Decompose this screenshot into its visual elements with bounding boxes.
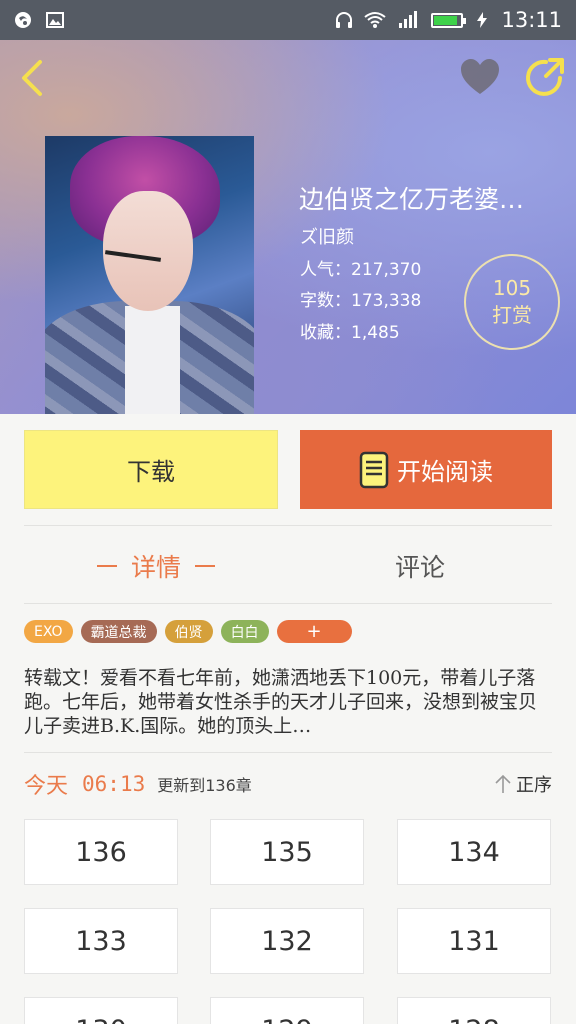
favorite-button[interactable] xyxy=(458,56,502,100)
tag-chip[interactable]: 白白 xyxy=(220,620,269,643)
sort-order-button[interactable]: 正序 xyxy=(494,771,552,797)
tab-details-label: 详情 xyxy=(130,553,181,582)
divider xyxy=(24,603,552,604)
tab-comments-label: 评论 xyxy=(394,553,445,582)
start-reading-button[interactable]: 开始阅读 xyxy=(300,430,552,509)
chapter-item[interactable]: 130 xyxy=(24,997,178,1024)
arrow-up-icon xyxy=(495,774,511,793)
status-bar: 13:11 xyxy=(0,0,576,40)
add-tag-button[interactable]: + xyxy=(276,620,352,643)
download-label: 下载 xyxy=(127,458,175,486)
download-button[interactable]: 下载 xyxy=(24,430,278,509)
reward-button[interactable]: 105 打赏 xyxy=(464,254,560,350)
tab-comments[interactable]: 评论 xyxy=(288,540,552,592)
heart-icon xyxy=(461,59,499,94)
tag-chip[interactable]: 伯贤 xyxy=(164,620,213,643)
reward-count: 105 xyxy=(492,276,532,300)
update-text: 更新到136章 xyxy=(157,776,252,795)
chapter-item[interactable]: 133 xyxy=(24,908,178,974)
tag-list: EXO 霸道总裁 伯贤 白白 + xyxy=(24,620,352,643)
battery-icon xyxy=(431,12,467,28)
chapter-item[interactable]: 135 xyxy=(210,819,364,885)
share-icon xyxy=(526,58,564,96)
book-icon xyxy=(359,451,389,488)
chapter-item[interactable]: 129 xyxy=(210,997,364,1024)
back-button[interactable] xyxy=(14,58,54,98)
word-count-stat: 字数：173,338 xyxy=(300,291,422,311)
wifi-icon xyxy=(364,12,387,28)
book-cover-image[interactable] xyxy=(45,136,254,414)
book-author[interactable]: ズ旧颜 xyxy=(300,223,354,249)
headphones-icon xyxy=(336,12,353,28)
divider xyxy=(24,525,552,526)
share-button[interactable] xyxy=(524,56,566,98)
divider xyxy=(24,752,552,753)
chapter-item[interactable]: 128 xyxy=(397,997,551,1024)
update-info: 今天 06:13 更新到136章 正序 xyxy=(24,766,552,802)
chapter-item[interactable]: 136 xyxy=(24,819,178,885)
reward-label: 打赏 xyxy=(492,303,532,327)
update-day: 今天 xyxy=(24,774,69,799)
popularity-stat: 人气：217,370 xyxy=(300,260,422,280)
chapter-item[interactable]: 134 xyxy=(397,819,551,885)
book-title: 边伯贤之亿万老婆… xyxy=(299,185,525,214)
update-time: 06:13 xyxy=(82,772,146,796)
signal-icon xyxy=(399,11,418,28)
book-summary[interactable]: 转载文！爱看不看七年前，她潇洒地丢下100元，带着儿子落跑。七年后，她带着女性杀… xyxy=(24,666,552,738)
status-time: 13:11 xyxy=(501,8,562,32)
tab-details[interactable]: 详情 xyxy=(24,540,288,592)
chapter-item[interactable]: 132 xyxy=(210,908,364,974)
chevron-left-icon xyxy=(22,60,42,96)
tag-chip[interactable]: EXO xyxy=(24,620,73,643)
app-notification-icon xyxy=(15,12,31,28)
chapter-item[interactable]: 131 xyxy=(397,908,551,974)
tag-chip[interactable]: 霸道总裁 xyxy=(80,620,157,643)
image-icon xyxy=(46,12,64,28)
sort-order-label: 正序 xyxy=(516,775,552,796)
favorites-stat: 收藏：1,485 xyxy=(300,323,400,343)
book-header: 边伯贤之亿万老婆… ズ旧颜 人气：217,370 字数：173,338 收藏：1… xyxy=(0,40,576,414)
start-reading-label: 开始阅读 xyxy=(397,458,493,486)
charging-icon xyxy=(477,12,488,28)
